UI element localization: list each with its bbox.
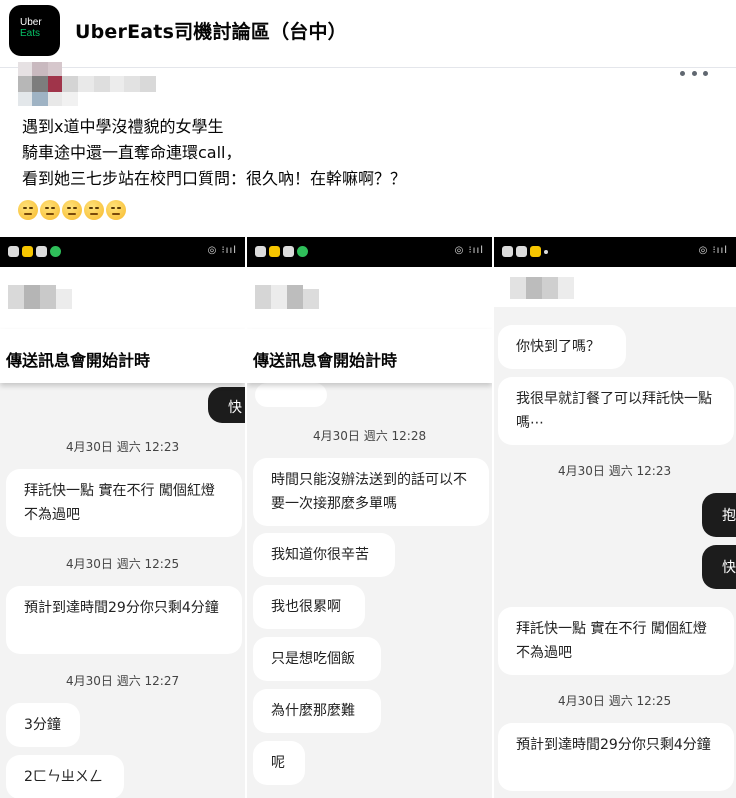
timestamp: 4月30日 週六 12:28 [313, 429, 427, 443]
rolling-eyes-emoji-icon [18, 200, 38, 220]
notification-icons [255, 246, 308, 257]
rolling-eyes-emoji-icon [62, 200, 82, 220]
incoming-message: 我很早就訂餐了可以拜託快一點嗎⋯ [498, 377, 734, 445]
incoming-message-partial [255, 383, 327, 407]
chat-header [494, 267, 736, 307]
logo-line2: Eats [20, 28, 41, 39]
timestamp: 4月30日 週六 12:23 [558, 464, 672, 478]
more-options-icon[interactable] [680, 66, 708, 80]
rolling-eyes-emoji-icon [40, 200, 60, 220]
contact-name-blurred [255, 285, 319, 309]
outgoing-message-partial: 快 [208, 387, 245, 423]
contact-name-blurred [510, 277, 574, 301]
chat-header [247, 267, 492, 329]
logo-line1: Uber [20, 17, 42, 28]
group-header: Uber Eats UberEats司機討論區（台中） [0, 0, 736, 68]
contact-name-blurred [8, 285, 72, 309]
signal-icons: ◎ ⁝ııl [207, 245, 237, 256]
incoming-message: 我知道你很辛苦 [253, 533, 395, 577]
post-line: 騎車途中還一直奪命連環call， [22, 143, 242, 162]
incoming-message: 只是想吃個飯 [253, 637, 381, 681]
chat-header [0, 267, 245, 329]
incoming-message: 預計到達時間29分你只剩4分鐘 [6, 586, 242, 654]
timestamp: 4月30日 週六 12:25 [558, 694, 672, 708]
ubereats-logo[interactable]: Uber Eats [9, 5, 60, 56]
incoming-message: 時間只能沒辦法送到的話可以不要一次接那麼多單嗎 [253, 458, 489, 526]
phone-status-bar: ◎ ⁝ııl [0, 237, 245, 267]
outgoing-message-partial: 快 [702, 545, 736, 589]
phone-status-bar: ◎ ⁝ııl [494, 237, 736, 267]
rolling-eyes-emoji-icon [106, 200, 126, 220]
incoming-message: 你快到了嗎？ [498, 325, 626, 369]
incoming-message: 預計到達時間29分你只剩4分鐘 [498, 723, 734, 791]
chat-screenshot-2[interactable]: ◎ ⁝ııl 傳送訊息會開始計時 4月30日 週六 12:28 時間只能沒辦法送… [247, 237, 492, 798]
signal-icons: ◎ ⁝ııl [698, 245, 728, 256]
chat-screenshot-1[interactable]: ◎ ⁝ııl 傳送訊息會開始計時 快 4月30日 週六 12:23 拜託快一點 … [0, 237, 245, 798]
incoming-message: 我也很累啊 [253, 585, 365, 629]
post-body: 遇到x道中學沒禮貌的女學生 騎車途中還一直奪命連環call， 看到她三七步站在校… [22, 114, 406, 192]
timer-banner: 傳送訊息會開始計時 [0, 329, 245, 383]
incoming-message: 為什麼那麼難 [253, 689, 381, 733]
incoming-message: 拜託快一點 實在不行 闖個紅燈不為過吧 [498, 607, 734, 675]
rolling-eyes-emoji-icon [84, 200, 104, 220]
incoming-message: 拜託快一點 實在不行 闖個紅燈不為過吧 [6, 469, 242, 537]
signal-icons: ◎ ⁝ııl [454, 245, 484, 256]
timestamp: 4月30日 週六 12:23 [66, 440, 180, 454]
emoji-row [18, 200, 126, 220]
notification-icons [8, 246, 61, 257]
timestamp: 4月30日 週六 12:25 [66, 557, 180, 571]
incoming-message: 2ㄈㄣㄓㄨㄥ [6, 755, 124, 798]
incoming-message: 3分鐘 [6, 703, 80, 747]
post-line: 看到她三七步站在校門口質問：很久吶！在幹嘛啊？？ [22, 169, 407, 188]
post-line: 遇到x道中學沒禮貌的女學生 [22, 117, 224, 136]
phone-status-bar: ◎ ⁝ııl [247, 237, 492, 267]
author-avatar-blurred[interactable] [18, 62, 160, 110]
chat-screenshot-3[interactable]: ◎ ⁝ııl 你快到了嗎？ 我很早就訂餐了可以拜託快一點嗎⋯ 4月30日 週六 … [494, 237, 736, 798]
notification-icons [502, 246, 548, 257]
group-title[interactable]: UberEats司機討論區（台中） [75, 17, 347, 44]
incoming-message: 呢 [253, 741, 305, 785]
timestamp: 4月30日 週六 12:27 [66, 674, 180, 688]
timer-banner: 傳送訊息會開始計時 [247, 329, 492, 383]
outgoing-message-partial: 抱 [702, 493, 736, 537]
